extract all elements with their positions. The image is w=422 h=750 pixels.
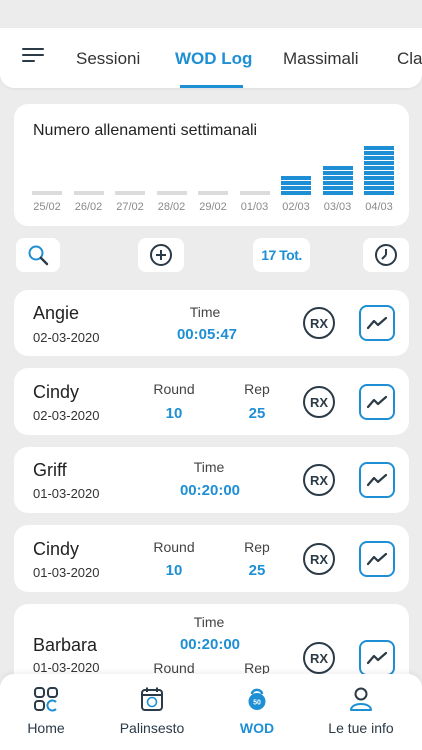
time-label: Time: [193, 614, 225, 630]
chart-x-tick-label: 25/02: [33, 201, 61, 213]
user-icon: [350, 687, 372, 711]
time-label: Time: [193, 459, 225, 475]
nav-wod-label: WOD: [239, 720, 275, 736]
chart-x-tick-label: 27/02: [116, 201, 144, 213]
time-value: 00:20:00: [179, 482, 241, 499]
round-value: 10: [165, 405, 183, 422]
tab-wod-log[interactable]: WOD Log: [175, 49, 252, 69]
chart-bar: [32, 190, 62, 195]
progress-chart-button[interactable]: [359, 640, 395, 676]
wod-card[interactable]: Cindy 02-03-2020 Round 10 Rep 25 RX: [14, 368, 409, 435]
chart-bar: [281, 175, 311, 195]
kettlebell-weight: 50: [253, 700, 261, 707]
round-label: Round: [153, 539, 195, 555]
chart-bar: [73, 190, 104, 195]
nav-palinsesto[interactable]: Palinsesto: [107, 686, 197, 736]
active-tab-indicator: [180, 85, 243, 88]
chart-title: Numero allenamenti settimanali: [33, 122, 258, 139]
nav-palinsesto-label: Palinsesto: [119, 720, 185, 736]
tab-classifica[interactable]: Classifica: [397, 49, 422, 69]
wod-date: 02-03-2020: [33, 330, 100, 345]
wod-date: 01-03-2020: [33, 660, 100, 675]
rx-badge[interactable]: RX: [303, 307, 335, 339]
wod-name: Cindy: [33, 539, 80, 559]
weekly-workouts-chart: Numero allenamenti settimanali 25/02 26/0…: [14, 104, 409, 226]
wod-date: 01-03-2020: [33, 565, 100, 580]
rep-label: Rep: [244, 381, 270, 397]
rep-value: 25: [248, 405, 266, 422]
time-value: 00:20:00: [179, 636, 241, 653]
time-value: 00:05:47: [176, 326, 238, 343]
rep-label: Rep: [244, 539, 270, 555]
nav-wod[interactable]: 50 WOD: [212, 686, 302, 736]
wod-name: Angie: [33, 303, 80, 323]
trend-line-icon: [366, 316, 388, 330]
chart-x-tick-label: 28/02: [157, 201, 186, 213]
progress-chart-button[interactable]: [359, 384, 395, 420]
chart-x-tick-label: 03/03: [323, 201, 352, 213]
bottom-navigation: Home Palinsesto 50 WOD Le tue info: [0, 674, 422, 750]
menu-icon[interactable]: [22, 48, 46, 66]
rx-badge[interactable]: RX: [303, 464, 335, 496]
wod-name: Cindy: [33, 382, 80, 402]
chart-bar: [322, 165, 353, 195]
chart-bar: [115, 190, 145, 195]
chart-bar: [198, 190, 228, 195]
add-wod-button[interactable]: [138, 238, 184, 272]
home-grid-icon: [34, 687, 58, 712]
chart-x-tick-label: 29/02: [199, 201, 227, 213]
chart-x-tick-label: 02/03: [282, 201, 310, 213]
calendar-icon: [141, 687, 163, 711]
wod-name: Griff: [33, 460, 67, 480]
wod-card[interactable]: Griff 01-03-2020 Time 00:20:00 RX: [14, 447, 409, 513]
rx-badge[interactable]: RX: [303, 386, 335, 418]
search-button[interactable]: [16, 238, 60, 272]
top-tab-bar: Sessioni WOD Log Massimali Classifica: [0, 28, 422, 88]
progress-chart-button[interactable]: [359, 305, 395, 341]
wod-card[interactable]: Angie 02-03-2020 Time 00:05:47 RX: [14, 290, 409, 356]
clock-icon: [375, 244, 397, 266]
total-count-badge: 17 Tot.: [253, 238, 310, 272]
progress-chart-button[interactable]: [359, 462, 395, 498]
total-count: 17 Tot.: [261, 247, 302, 263]
trend-line-icon: [366, 473, 388, 487]
chart-x-tick-label: 26/02: [74, 201, 103, 213]
wod-card[interactable]: Cindy 01-03-2020 Round 10 Rep 25 RX: [14, 525, 409, 592]
search-icon: [28, 245, 49, 266]
tab-sessioni[interactable]: Sessioni: [76, 49, 140, 69]
kettlebell-icon: 50: [248, 688, 266, 710]
chart-bar: [239, 190, 270, 195]
history-button[interactable]: [363, 238, 409, 272]
chart-x-tick-label: 04/03: [365, 201, 393, 213]
chart-bar: [364, 145, 394, 195]
nav-le-tue-info[interactable]: Le tue info: [316, 686, 406, 736]
trend-line-icon: [366, 552, 388, 566]
chart-x-tick-label: 01/03: [240, 201, 269, 213]
nav-home-label: Home: [27, 720, 65, 736]
wod-date: 02-03-2020: [33, 408, 100, 423]
plus-circle-icon: [150, 244, 172, 266]
progress-chart-button[interactable]: [359, 541, 395, 577]
rx-badge[interactable]: RX: [303, 543, 335, 575]
rx-badge[interactable]: RX: [303, 642, 335, 674]
trend-line-icon: [366, 395, 388, 409]
trend-line-icon: [366, 651, 388, 665]
time-label: Time: [189, 304, 221, 320]
round-value: 10: [165, 562, 183, 579]
nav-le-tue-info-label: Le tue info: [328, 720, 394, 736]
rep-value: 25: [248, 562, 266, 579]
tab-massimali[interactable]: Massimali: [283, 49, 359, 69]
wod-name: Barbara: [33, 635, 98, 655]
chart-bar: [156, 190, 187, 195]
wod-date: 01-03-2020: [33, 486, 100, 501]
nav-home[interactable]: Home: [1, 686, 91, 736]
round-label: Round: [153, 381, 195, 397]
